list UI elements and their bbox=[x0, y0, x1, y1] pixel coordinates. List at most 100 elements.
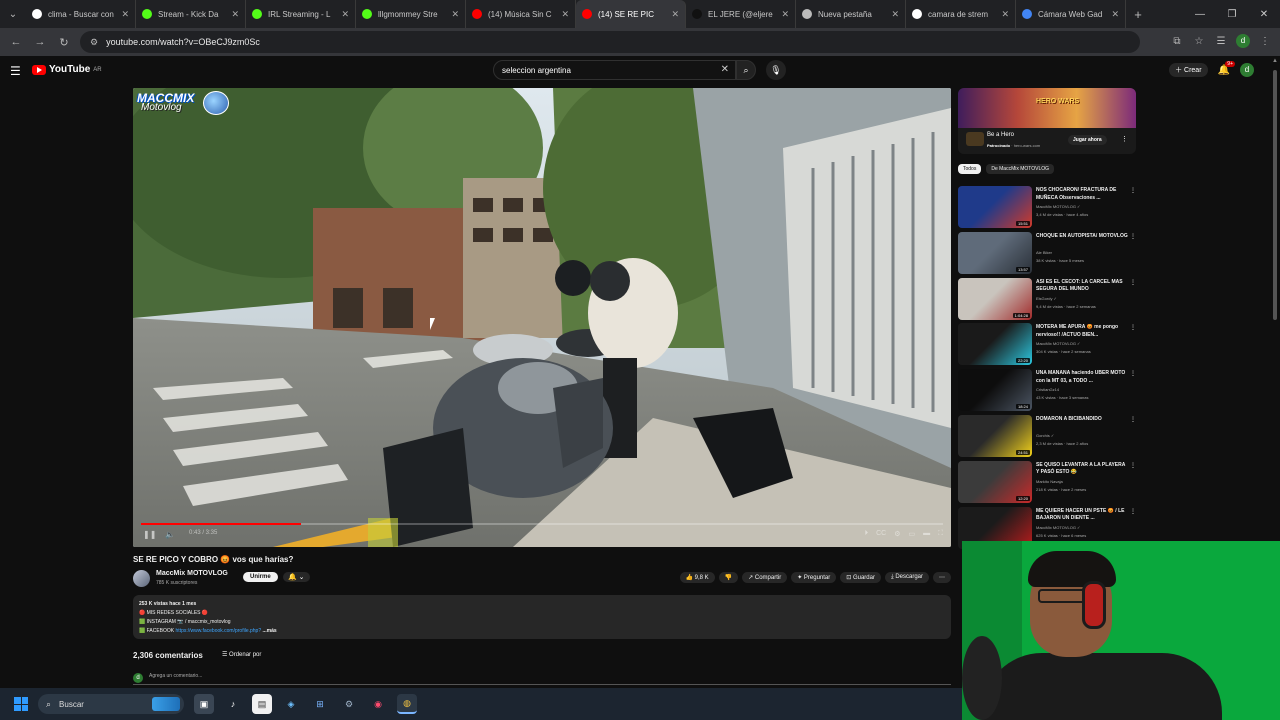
chip-all[interactable]: Todos bbox=[958, 164, 982, 174]
windows-start-icon[interactable] bbox=[14, 697, 28, 711]
recommended-title[interactable]: MOTERA ME APURA 😡 me pongo nervioso!! /A… bbox=[1036, 324, 1128, 339]
description-box[interactable]: 253 K vistas hace 1 mes 🔴 MIS REDES SOCI… bbox=[133, 595, 951, 639]
minimize-icon[interactable]: — bbox=[1184, 9, 1216, 20]
recommended-title[interactable]: NOS CHOCARON/ FRACTURA DE MUÑECA Observa… bbox=[1036, 187, 1128, 202]
recommended-menu-icon[interactable]: ⋮ bbox=[1130, 416, 1136, 423]
scroll-up-icon[interactable]: ▲ bbox=[1272, 58, 1278, 64]
create-button[interactable]: ＋ Crear bbox=[1169, 63, 1208, 77]
install-app-icon[interactable]: ⧉ bbox=[1170, 36, 1184, 47]
file-icon[interactable]: ▤ bbox=[252, 694, 272, 714]
tab-close-icon[interactable]: ✕ bbox=[1111, 9, 1119, 20]
sort-comments-button[interactable]: ☰ Ordenar por bbox=[222, 651, 261, 658]
browser-tab[interactable]: IRL Streaming - L ✕ bbox=[246, 0, 356, 28]
autoplay-toggle-icon[interactable]: ⏵ bbox=[865, 530, 869, 538]
facebook-link[interactable]: https://www.facebook.com/profile.php? bbox=[176, 628, 262, 634]
tab-search-icon[interactable]: ⌄ bbox=[0, 0, 26, 28]
url-field[interactable]: ⚙ youtube.com/watch?v=OBeCJ9zm0Sc bbox=[80, 31, 1140, 53]
recommended-video[interactable]: 1:04:28 ASÍ ES EL CECOT: LA CÁRCEL MÁS SE… bbox=[958, 277, 1140, 324]
tab-close-icon[interactable]: ✕ bbox=[891, 9, 899, 20]
ad-banner-image[interactable]: HERO WARS bbox=[958, 88, 1136, 128]
browser-tab[interactable]: (14) Música Sin C ✕ bbox=[466, 0, 576, 28]
subscription-bell-button[interactable]: 🔔 ⌄ bbox=[283, 572, 310, 582]
search-button[interactable]: ⌕ bbox=[736, 60, 756, 80]
recommended-menu-icon[interactable]: ⋮ bbox=[1130, 233, 1136, 240]
taskbar-search[interactable]: ⌕ Buscar bbox=[38, 694, 184, 714]
tab-close-icon[interactable]: ✕ bbox=[121, 9, 129, 20]
search-input[interactable]: seleccion argentina ✕ bbox=[493, 60, 736, 80]
task-view-icon[interactable]: ▣ bbox=[194, 694, 214, 714]
channel-name[interactable]: MaccMix MOTOVLOG bbox=[156, 570, 228, 577]
ask-button[interactable]: ✦ Preguntar bbox=[791, 572, 837, 583]
site-info-icon[interactable]: ⚙ bbox=[90, 37, 98, 48]
recommended-title[interactable]: CHOQUE EN AUTOPISTA/ MOTOVLOG bbox=[1036, 233, 1128, 241]
miniplayer-icon[interactable]: ▭ bbox=[908, 530, 915, 538]
browser-tab[interactable]: clima - Buscar con ✕ bbox=[26, 0, 136, 28]
recommended-thumbnail[interactable]: 1:04:28 bbox=[958, 277, 1032, 320]
tab-close-icon[interactable]: ✕ bbox=[671, 9, 679, 20]
ad-menu-icon[interactable]: ⋮ bbox=[1121, 135, 1128, 143]
recommended-thumbnail[interactable]: 18:24 bbox=[958, 369, 1032, 412]
recommended-thumbnail[interactable]: 24:51 bbox=[958, 414, 1032, 457]
chrome-icon[interactable]: ◍ bbox=[397, 694, 417, 714]
like-button[interactable]: 👍 9,8 K bbox=[679, 572, 715, 583]
share-button[interactable]: ↗ Compartir bbox=[742, 572, 788, 583]
join-button[interactable]: Unirme bbox=[243, 572, 278, 582]
recommended-video[interactable]: 22:20 MOTERA ME APURA 😡 me pongo nervioso… bbox=[958, 323, 1140, 369]
progress-bar[interactable] bbox=[141, 523, 943, 525]
settings-gear-icon[interactable]: ⚙ bbox=[894, 530, 900, 538]
subtitles-icon[interactable]: CC bbox=[876, 530, 886, 538]
tab-close-icon[interactable]: ✕ bbox=[1001, 9, 1009, 20]
maximize-icon[interactable]: ❐ bbox=[1216, 9, 1248, 20]
notifications-bell-icon[interactable]: 🔔 9+ bbox=[1218, 60, 1235, 76]
browser-tab[interactable]: Nueva pestaña ✕ bbox=[796, 0, 906, 28]
tiktok-icon[interactable]: ♪ bbox=[223, 694, 243, 714]
store-icon[interactable]: ⊞ bbox=[310, 694, 330, 714]
recommended-title[interactable]: ASÍ ES EL CECOT: LA CÁRCEL MÁS SEGURA DE… bbox=[1036, 279, 1128, 294]
close-window-icon[interactable]: ✕ bbox=[1248, 9, 1280, 20]
tab-close-icon[interactable]: ✕ bbox=[561, 9, 569, 20]
tab-close-icon[interactable]: ✕ bbox=[451, 9, 459, 20]
ad-cta-button[interactable]: Jugar ahora bbox=[1068, 135, 1107, 145]
recommended-video[interactable]: 18:24 UNA MAÑANA haciendo UBER MOTO con l… bbox=[958, 369, 1140, 415]
guide-menu-icon[interactable]: ☰ bbox=[10, 64, 21, 78]
volume-icon[interactable]: 🔈 bbox=[165, 530, 175, 539]
back-icon[interactable]: ← bbox=[4, 36, 28, 48]
reload-icon[interactable]: ↻ bbox=[52, 36, 76, 49]
forward-icon[interactable]: → bbox=[28, 36, 52, 48]
save-button[interactable]: ⊡ Guardar bbox=[840, 572, 881, 583]
browser-tab[interactable]: Cámara Web Gad ✕ bbox=[1016, 0, 1126, 28]
browser-tab[interactable]: Stream - Kick Da ✕ bbox=[136, 0, 246, 28]
browser-tab[interactable]: EL JERE (@eljere ✕ bbox=[686, 0, 796, 28]
pause-icon[interactable]: ❚❚ bbox=[143, 530, 156, 539]
fullscreen-icon[interactable]: ⛶ bbox=[938, 530, 943, 538]
recommended-title[interactable]: ME QUIERE HACER UN PSTE 😡 / LE BAJARON U… bbox=[1036, 508, 1128, 523]
bookmark-star-icon[interactable]: ☆ bbox=[1192, 36, 1206, 47]
recommended-thumbnail[interactable]: 22:20 bbox=[958, 323, 1032, 366]
recommended-video[interactable]: 24:51 DOMARON A BICIBANDIDO Gorchis ✓ 2,3 M… bbox=[958, 414, 1140, 461]
theater-mode-icon[interactable]: ▬ bbox=[923, 530, 930, 538]
recommended-menu-icon[interactable]: ⋮ bbox=[1130, 508, 1136, 515]
recommended-title[interactable]: UNA MAÑANA haciendo UBER MOTO con la MT … bbox=[1036, 370, 1128, 385]
tab-close-icon[interactable]: ✕ bbox=[781, 9, 789, 20]
recommended-video[interactable]: 15:51 NOS CHOCARON/ FRACTURA DE MUÑECA Ob… bbox=[958, 186, 1140, 232]
streaming-app-icon[interactable]: ◉ bbox=[368, 694, 388, 714]
show-more-link[interactable]: ...más bbox=[263, 628, 277, 634]
chip-channel[interactable]: De MaccMix MOTOVLOG bbox=[986, 164, 1055, 174]
recommended-menu-icon[interactable]: ⋮ bbox=[1130, 462, 1136, 469]
add-comment-input[interactable]: d Agrega un comentario... bbox=[133, 673, 951, 685]
channel-avatar[interactable] bbox=[133, 570, 150, 587]
recommended-menu-icon[interactable]: ⋮ bbox=[1130, 187, 1136, 194]
browser-tab[interactable]: camara de strem ✕ bbox=[906, 0, 1016, 28]
browser-menu-icon[interactable]: ⋮ bbox=[1258, 36, 1272, 47]
tab-close-icon[interactable]: ✕ bbox=[231, 9, 239, 20]
sponsored-ad[interactable]: HERO WARS Be a Hero Patrocinado · hero-w… bbox=[958, 88, 1136, 154]
youtube-logo[interactable]: YouTube AR bbox=[32, 64, 102, 75]
account-avatar[interactable]: d bbox=[1240, 63, 1254, 77]
tab-close-icon[interactable]: ✕ bbox=[341, 9, 349, 20]
dislike-button[interactable]: 👎 bbox=[718, 572, 739, 583]
profile-avatar[interactable]: d bbox=[1236, 34, 1250, 48]
more-actions-button[interactable]: ⋯ bbox=[933, 572, 951, 583]
browser-tab[interactable]: (14) SE RE PIC ✕ bbox=[576, 0, 686, 28]
recommended-menu-icon[interactable]: ⋮ bbox=[1130, 324, 1136, 331]
scrollbar-thumb[interactable] bbox=[1273, 70, 1277, 320]
